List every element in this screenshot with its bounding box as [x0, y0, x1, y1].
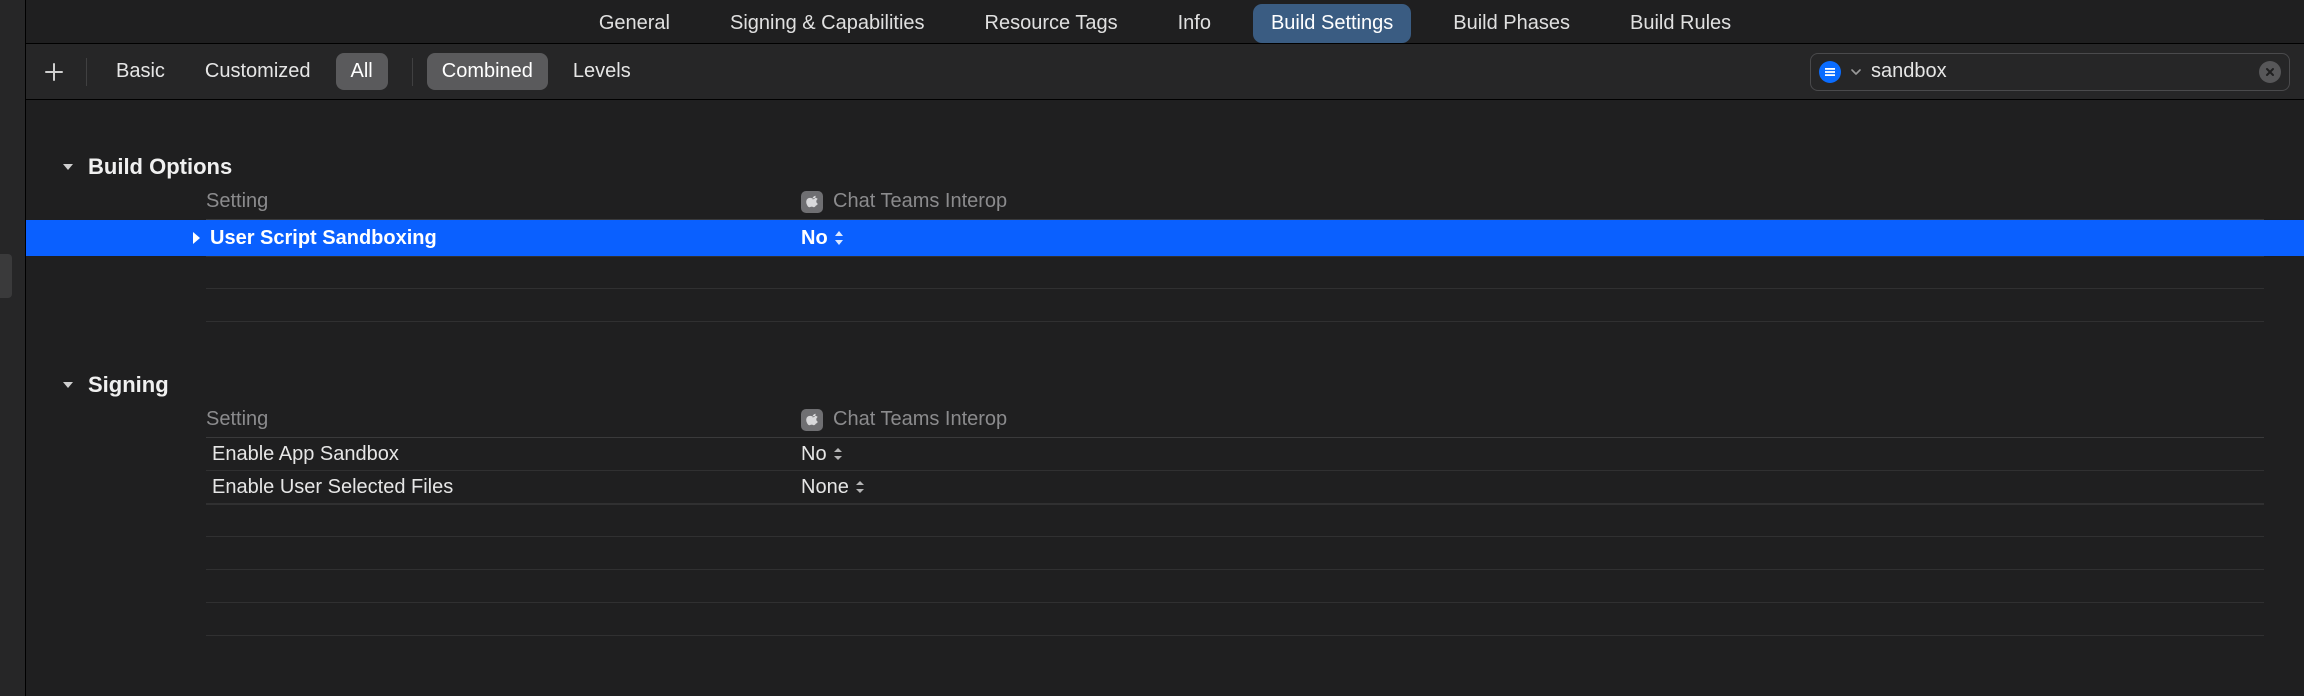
separator [86, 58, 87, 86]
setting-value-popup[interactable]: No [801, 227, 844, 250]
clear-search-button[interactable] [2259, 61, 2281, 83]
tab-resource-tags[interactable]: Resource Tags [967, 4, 1136, 43]
setting-value: No [801, 443, 827, 466]
setting-name: User Script Sandboxing [210, 227, 437, 250]
stepper-icon [855, 480, 865, 494]
chevron-down-icon [60, 377, 78, 393]
section-title: Build Options [88, 154, 232, 180]
section-header-signing[interactable]: Signing [26, 366, 2304, 404]
column-target-label: Chat Teams Interop [833, 190, 1007, 213]
app-target-icon [801, 191, 823, 213]
stepper-icon [833, 447, 843, 461]
search-scope-pill[interactable] [1819, 61, 1841, 83]
build-settings-filter-bar: Basic Customized All Combined Levels [26, 44, 2304, 100]
tab-info[interactable]: Info [1160, 4, 1229, 43]
empty-row [206, 603, 2264, 636]
build-settings-list: Build Options Setting Chat Teams Interop [26, 100, 2304, 696]
section-header-build-options[interactable]: Build Options [26, 148, 2304, 186]
empty-row [206, 537, 2264, 570]
lines-icon [1824, 66, 1836, 78]
plus-icon [44, 62, 64, 82]
setting-value: No [801, 227, 828, 250]
empty-row [206, 570, 2264, 603]
setting-value-popup[interactable]: None [801, 476, 865, 499]
target-editor-tabs: General Signing & Capabilities Resource … [26, 0, 2304, 44]
setting-row-user-script-sandboxing[interactable]: User Script Sandboxing No [26, 220, 2304, 256]
chevron-down-icon[interactable] [1851, 67, 1861, 77]
tab-signing-capabilities[interactable]: Signing & Capabilities [712, 4, 943, 43]
setting-row-enable-app-sandbox[interactable]: Enable App Sandbox No [206, 438, 2264, 471]
empty-row [206, 289, 2264, 322]
section-title: Signing [88, 372, 169, 398]
setting-row-enable-user-selected-files[interactable]: Enable User Selected Files None [206, 471, 2264, 504]
section-rows: Enable App Sandbox No Enable User Select… [206, 438, 2264, 504]
empty-row [206, 504, 2264, 537]
setting-name: Enable App Sandbox [212, 443, 399, 466]
tab-build-rules[interactable]: Build Rules [1612, 4, 1749, 43]
chevron-down-icon [60, 159, 78, 175]
gutter-marker [0, 254, 12, 298]
columns-header: Setting Chat Teams Interop [206, 186, 2264, 220]
tab-build-phases[interactable]: Build Phases [1435, 4, 1588, 43]
section-build-options: Build Options Setting Chat Teams Interop [26, 148, 2304, 322]
stepper-icon [834, 231, 844, 245]
filter-customized[interactable]: Customized [190, 53, 326, 90]
column-setting-label: Setting [206, 190, 801, 213]
empty-rows [206, 256, 2264, 322]
section-signing: Signing Setting Chat Teams Interop Enabl… [26, 366, 2304, 636]
search-input[interactable] [1871, 60, 2249, 83]
columns-header: Setting Chat Teams Interop [206, 404, 2264, 438]
filter-levels[interactable]: Levels [558, 53, 646, 90]
filter-combined[interactable]: Combined [427, 53, 548, 90]
empty-rows [206, 504, 2264, 636]
separator [412, 58, 413, 86]
setting-value-popup[interactable]: No [801, 443, 843, 466]
chevron-right-icon[interactable] [172, 231, 202, 245]
column-target: Chat Teams Interop [801, 190, 1007, 213]
column-target-label: Chat Teams Interop [833, 408, 1007, 431]
editor-content: General Signing & Capabilities Resource … [26, 0, 2304, 696]
tab-general[interactable]: General [581, 4, 688, 43]
filter-all[interactable]: All [336, 53, 388, 90]
build-settings-search [1810, 53, 2290, 91]
tab-build-settings[interactable]: Build Settings [1253, 4, 1411, 43]
empty-row [206, 256, 2264, 289]
add-build-setting-button[interactable] [36, 54, 72, 90]
app-target-icon [801, 409, 823, 431]
column-setting-label: Setting [206, 408, 801, 431]
x-icon [2265, 67, 2275, 77]
editor-left-gutter [0, 0, 26, 696]
column-target: Chat Teams Interop [801, 408, 1007, 431]
filter-basic[interactable]: Basic [101, 53, 180, 90]
setting-name: Enable User Selected Files [212, 476, 453, 499]
setting-value: None [801, 476, 849, 499]
